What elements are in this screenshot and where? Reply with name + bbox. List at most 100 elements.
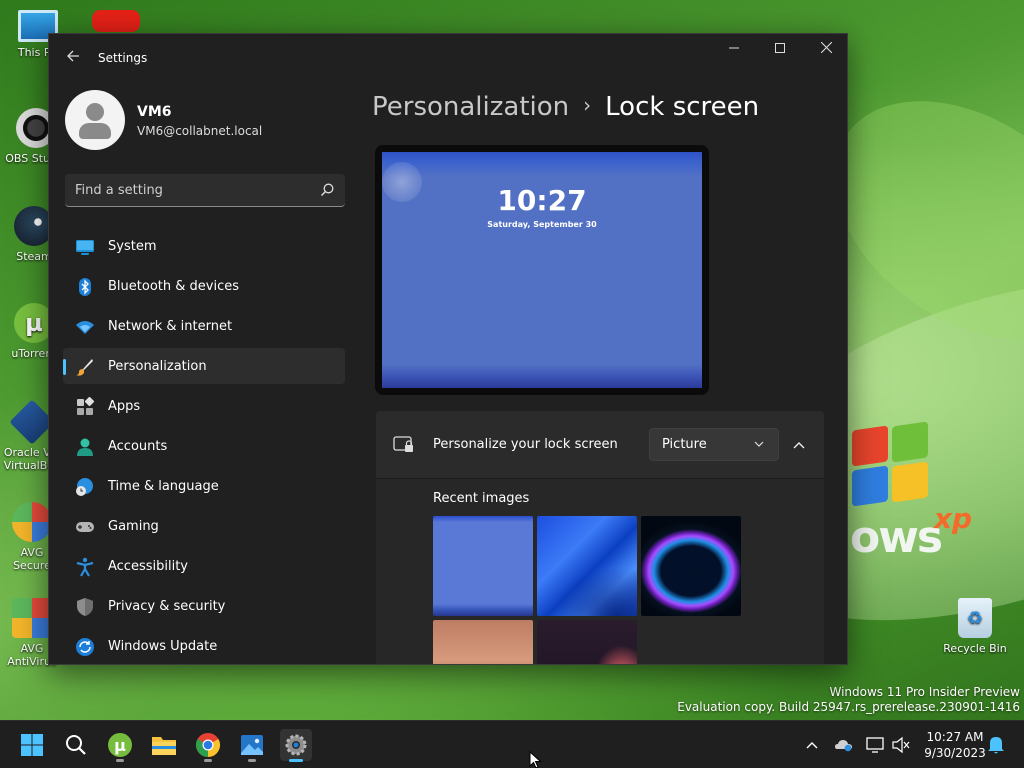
nav-item-label: System	[108, 239, 157, 254]
watermark-line-2: Evaluation copy. Build 25947.rs_prerelea…	[677, 700, 1020, 714]
lock-screen-preview: 10:27 Saturday, September 30	[375, 145, 709, 395]
back-arrow-icon[interactable]	[63, 48, 83, 68]
preview-date: Saturday, September 30	[487, 220, 597, 229]
windows-flag-icon	[852, 421, 932, 508]
window-title: Settings	[98, 51, 148, 65]
running-indicator	[116, 759, 124, 762]
taskbar-search-button[interactable]	[60, 729, 92, 761]
wifi-icon	[76, 321, 94, 334]
user-name: VM6	[137, 104, 172, 120]
brush-icon	[76, 359, 93, 376]
recent-image-thumbnail[interactable]	[537, 620, 637, 664]
nav-item-label: Accessibility	[108, 559, 188, 574]
photos-icon	[241, 735, 263, 755]
recycle-bin-icon: ♻	[958, 598, 992, 638]
mouse-cursor-icon	[529, 751, 542, 768]
watermark-line-1: Windows 11 Pro Insider Preview	[829, 685, 1020, 699]
nav-item-label: Network & internet	[108, 319, 233, 334]
nav-item-time-language[interactable]: Time & language	[63, 468, 345, 504]
network-tray[interactable]	[864, 721, 888, 768]
taskbar-settings[interactable]	[280, 729, 312, 762]
system-icon	[76, 240, 94, 255]
chrome-icon	[195, 733, 221, 757]
settings-nav: System Bluetooth & devices Network & int…	[63, 228, 345, 664]
show-hidden-icons-button[interactable]	[800, 721, 824, 768]
running-indicator	[248, 759, 256, 762]
search-icon[interactable]	[319, 182, 335, 198]
taskbar-utorrent[interactable]: µ	[104, 729, 136, 762]
nav-item-personalization[interactable]: Personalization	[63, 348, 345, 384]
recent-image-thumbnail[interactable]	[537, 516, 637, 616]
taskbar-photos[interactable]	[236, 729, 268, 762]
recent-images-title: Recent images	[433, 491, 530, 506]
maximize-button[interactable]	[757, 34, 803, 66]
nav-item-privacy-security[interactable]: Privacy & security	[63, 588, 345, 624]
utorrent-icon: µ	[108, 733, 132, 757]
nav-item-label: Privacy & security	[108, 599, 226, 614]
taskbar-file-explorer[interactable]	[148, 729, 180, 761]
volume-tray[interactable]	[890, 721, 912, 768]
recent-image-thumbnail[interactable]	[641, 516, 741, 616]
chevron-down-icon	[754, 441, 764, 447]
title-bar[interactable]: Settings	[49, 34, 847, 82]
desktop-icon-label: Recycle Bin	[943, 642, 1007, 655]
nav-item-label: Apps	[108, 399, 141, 414]
nav-item-accounts[interactable]: Accounts	[63, 428, 345, 464]
nav-item-system[interactable]: System	[63, 228, 345, 264]
shield-icon	[77, 598, 93, 616]
svg-text:µ: µ	[114, 736, 126, 755]
taskbar-chrome[interactable]	[192, 729, 224, 762]
settings-window: Settings VM6 VM6@collabnet.local System …	[48, 33, 848, 665]
taskbar: µ 10:27 AM 9/30/2023	[0, 720, 1024, 768]
lock-screen-icon	[393, 436, 413, 452]
nav-item-label: Gaming	[108, 519, 159, 534]
breadcrumb-parent[interactable]: Personalization	[372, 92, 569, 122]
running-indicator	[204, 759, 212, 762]
cloud-icon	[835, 740, 852, 752]
start-button[interactable]	[16, 729, 48, 761]
start-icon	[21, 734, 43, 756]
user-email: VM6@collabnet.local	[137, 124, 263, 138]
active-indicator	[289, 759, 303, 762]
file-explorer-icon	[152, 737, 176, 755]
desktop-icon-recycle-bin[interactable]: ♻ Recycle Bin	[942, 598, 1008, 655]
lock-screen-type-dropdown[interactable]: Picture	[649, 428, 779, 461]
nav-item-network[interactable]: Network & internet	[63, 308, 345, 344]
recent-images-panel: Recent images	[376, 478, 824, 664]
avg-antivirus-icon	[12, 598, 52, 638]
preview-screen: 10:27 Saturday, September 30	[382, 152, 702, 388]
avg-browser-icon	[12, 502, 52, 542]
accessibility-icon	[76, 557, 94, 577]
nav-item-label: Personalization	[108, 359, 207, 374]
personalize-label: Personalize your lock screen	[433, 437, 618, 452]
recent-image-thumbnail[interactable]	[433, 516, 533, 616]
nav-item-label: Bluetooth & devices	[108, 279, 239, 294]
windows-xp-logo: ows xp	[846, 421, 972, 568]
build-watermark: Windows 11 Pro Insider Preview Evaluatio…	[677, 685, 1020, 715]
chevron-up-icon[interactable]	[786, 433, 812, 457]
avatar[interactable]	[65, 90, 125, 150]
search-box[interactable]	[65, 174, 345, 207]
accounts-icon	[77, 438, 93, 456]
gamepad-icon	[76, 522, 94, 532]
chevron-right-icon: ›	[583, 93, 592, 117]
update-icon	[76, 638, 94, 656]
nav-item-gaming[interactable]: Gaming	[63, 508, 345, 544]
nav-item-apps[interactable]: Apps	[63, 388, 345, 424]
personalize-lock-screen-card[interactable]: Personalize your lock screen Picture	[376, 411, 824, 478]
minimize-button[interactable]	[711, 34, 757, 66]
search-input[interactable]	[75, 174, 305, 206]
recent-image-thumbnail[interactable]	[433, 620, 533, 664]
breadcrumb: Personalization › Lock screen	[372, 92, 759, 122]
notifications-button[interactable]	[986, 721, 1006, 768]
settings-icon	[285, 734, 307, 756]
nav-item-accessibility[interactable]: Accessibility	[63, 548, 345, 584]
wallpaper-brand-suffix: xp	[934, 502, 973, 535]
nav-item-windows-update[interactable]: Windows Update	[63, 628, 345, 664]
close-button[interactable]	[803, 34, 847, 66]
apps-icon	[77, 397, 95, 415]
dropdown-value: Picture	[662, 437, 707, 452]
onedrive-tray[interactable]	[832, 721, 856, 768]
nav-item-bluetooth[interactable]: Bluetooth & devices	[63, 268, 345, 304]
wallpaper-brand-text: ows	[850, 512, 943, 563]
